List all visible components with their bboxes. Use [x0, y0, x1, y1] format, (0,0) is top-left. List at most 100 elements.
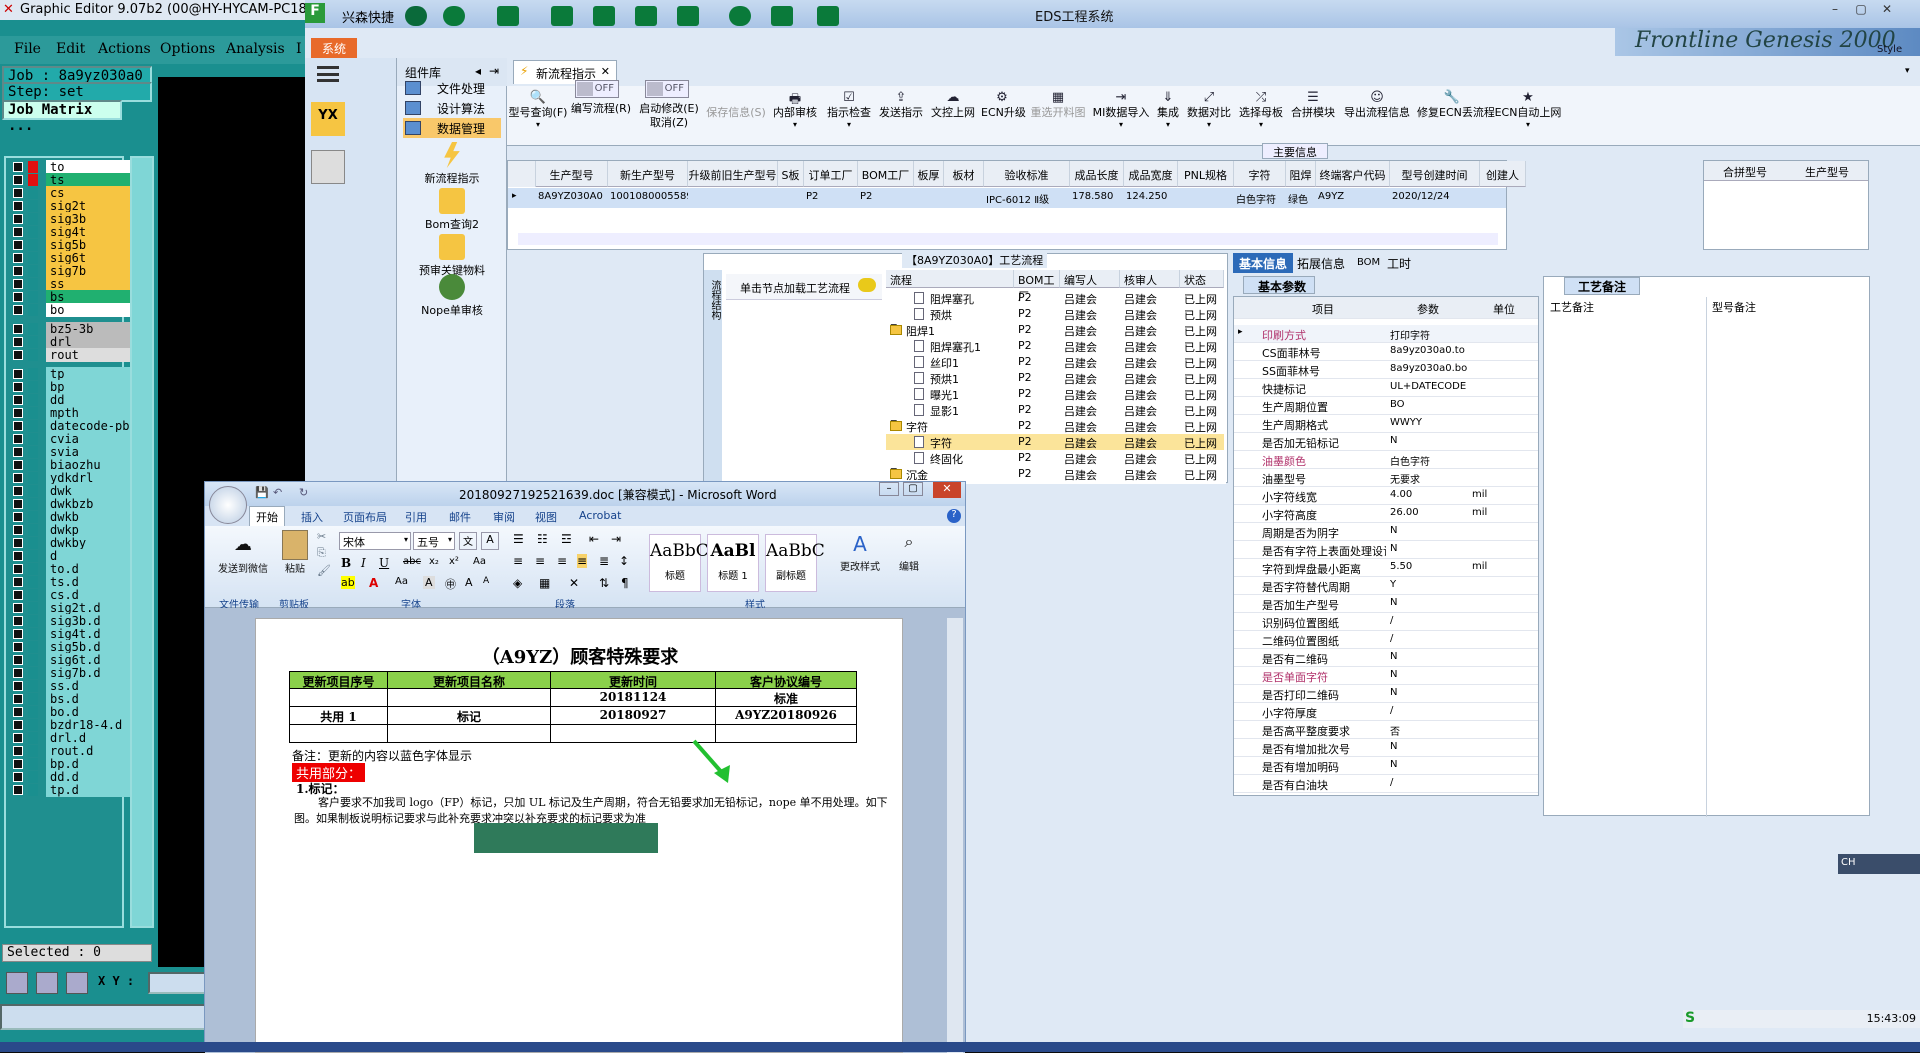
layer-row[interactable]: mpth	[10, 406, 132, 420]
param-row[interactable]: 是否字符替代周期 Y	[1234, 577, 1538, 595]
grow-font-icon[interactable]: A	[465, 576, 473, 589]
enclose-icon[interactable]: ㊥	[445, 576, 456, 592]
paste-button[interactable]: 粘贴	[277, 530, 313, 575]
highlight-icon[interactable]: ab	[341, 576, 355, 589]
subscript-icon[interactable]: x₂	[429, 556, 439, 567]
bold-icon[interactable]: B	[341, 556, 351, 570]
collapse-icon[interactable]: ◂	[475, 64, 481, 78]
layer-row[interactable]: drl.d	[10, 731, 132, 745]
layer-checkbox[interactable]	[13, 538, 23, 548]
layer-checkbox[interactable]	[13, 214, 23, 224]
job-matrix-button[interactable]: Job Matrix ...	[2, 100, 122, 134]
ribbon-send-instruction[interactable]: ⇪ 发送指示	[877, 90, 925, 120]
redo-icon[interactable]: ↻	[299, 486, 308, 499]
param-row[interactable]: 快捷标记 UL+DATECODE	[1234, 379, 1538, 397]
system-tab[interactable]: 系统	[311, 38, 357, 58]
grid-header[interactable]: 阻焊	[1286, 161, 1316, 187]
tree-row[interactable]: ⊟沉金P2吕建会吕建会已上网	[886, 466, 1224, 482]
param-row[interactable]: 周期是否为阴字 N	[1234, 523, 1538, 541]
grid-header[interactable]: 板材	[944, 161, 984, 187]
numbering-icon[interactable]: ☷	[537, 532, 548, 546]
layer-checkbox[interactable]	[13, 188, 23, 198]
menu-analysis[interactable]: Analysis	[226, 41, 285, 57]
border-icon[interactable]: ▦	[539, 576, 550, 590]
cut-icon[interactable]: ✂	[317, 530, 326, 543]
scissors-icon[interactable]	[551, 6, 573, 26]
search-icon[interactable]	[405, 6, 427, 26]
layer-checkbox[interactable]	[13, 162, 23, 172]
layer-row[interactable]: drl	[10, 335, 132, 349]
layer-row[interactable]: sig7b	[10, 264, 132, 278]
layer-row[interactable]: bs	[10, 290, 132, 304]
param-row[interactable]: 生产周期格式 WWYY	[1234, 415, 1538, 433]
layer-row[interactable]: bo	[10, 303, 132, 317]
param-row[interactable]: 是否高平整度要求 否	[1234, 721, 1538, 739]
ribbon-select-mother[interactable]: ⤮ 选择母板 ▾	[1237, 90, 1285, 129]
tab-basic-info[interactable]: 基本信息	[1233, 253, 1294, 273]
param-header[interactable]: 参数	[1388, 301, 1468, 317]
tree-row[interactable]: 曝光1 P2 吕建会 吕建会 已上网	[886, 386, 1224, 402]
tree-row[interactable]: 显影1 P2 吕建会 吕建会 已上网	[886, 402, 1224, 418]
menu-actions[interactable]: Actions	[98, 41, 151, 57]
layer-row[interactable]: sig2t.d	[10, 601, 132, 615]
word-close-button[interactable]: ✕	[933, 482, 961, 498]
menu-options[interactable]: Options	[160, 41, 215, 57]
increase-indent-icon[interactable]: ⇥	[611, 532, 621, 546]
shading-icon[interactable]: ◈	[513, 576, 522, 590]
shrink-font-icon[interactable]: A	[483, 576, 489, 586]
param-row[interactable]: 是否有白油块 /	[1234, 775, 1538, 793]
ribbon-model-query[interactable]: 🔍 型号查询(F) ▾	[507, 90, 569, 129]
save-icon[interactable]: 💾	[255, 486, 269, 499]
list-icon[interactable]	[677, 6, 699, 26]
layer-row[interactable]: bp.d	[10, 757, 132, 771]
layer-row[interactable]: sig4t.d	[10, 627, 132, 641]
process-hint[interactable]: 单击节点加载工艺流程	[726, 274, 882, 300]
layer-checkbox[interactable]	[13, 473, 23, 483]
word-vscroll[interactable]	[947, 618, 963, 1053]
change-case-icon[interactable]: Aa	[395, 576, 408, 587]
tree-row[interactable]: 终固化 P2 吕建会 吕建会 已上网	[886, 450, 1224, 466]
process-remarks-tab[interactable]: 工艺备注	[1564, 277, 1640, 295]
grid-header[interactable]: 升级前旧生产型号	[688, 161, 778, 187]
param-row[interactable]: ▸ 印刷方式 打印字符	[1234, 325, 1538, 343]
layer-checkbox[interactable]	[13, 447, 23, 457]
nav-prereview[interactable]: 预审关键物料	[397, 234, 507, 278]
multilevel-icon[interactable]: ☲	[561, 532, 572, 546]
param-row[interactable]: 是否加无铅标记 N	[1234, 433, 1538, 451]
layer-scrollbar[interactable]	[130, 156, 154, 928]
distribute-icon[interactable]: ≣	[599, 554, 609, 568]
ribbon-merge-module[interactable]: ☰ 合拼模块	[1289, 90, 1337, 120]
layer-row[interactable]: dwk	[10, 484, 132, 498]
param-header[interactable]: 项目	[1258, 301, 1388, 317]
tree-row[interactable]: ⊟阻焊1P2吕建会吕建会已上网	[886, 322, 1224, 338]
layer-checkbox[interactable]	[13, 421, 23, 431]
param-row[interactable]: 生产周期位置 BO	[1234, 397, 1538, 415]
ribbon-internal-review[interactable]: 🖶 内部审核 ▾	[771, 90, 819, 129]
layer-row[interactable]: ts.d	[10, 575, 132, 589]
asian-layout-icon[interactable]: ✕	[569, 576, 579, 590]
grid-header[interactable]: 成品宽度	[1124, 161, 1178, 187]
layer-checkbox[interactable]	[13, 525, 23, 535]
tab-mailings[interactable]: 邮件	[449, 509, 471, 525]
layer-row[interactable]: sig2t	[10, 199, 132, 213]
layer-checkbox[interactable]	[13, 395, 23, 405]
underline-icon[interactable]: U	[379, 556, 389, 570]
layer-checkbox[interactable]	[13, 486, 23, 496]
param-row[interactable]: 油墨型号 无要求	[1234, 469, 1538, 487]
layer-row[interactable]: rout	[10, 348, 132, 362]
param-row[interactable]: CS面菲林号 8a9yz030a0.to	[1234, 343, 1538, 361]
layer-checkbox[interactable]	[13, 759, 23, 769]
layer-checkbox[interactable]	[13, 772, 23, 782]
eds-minimize-button[interactable]: –	[1825, 2, 1845, 16]
layer-row[interactable]: sig3b.d	[10, 614, 132, 628]
grid-header[interactable]: 订单工厂	[804, 161, 858, 187]
layer-checkbox[interactable]	[13, 512, 23, 522]
layer-checkbox[interactable]	[13, 668, 23, 678]
layer-checkbox[interactable]	[13, 681, 23, 691]
show-marks-icon[interactable]: ¶	[621, 576, 629, 590]
tab-review[interactable]: 审阅	[493, 509, 515, 525]
layer-checkbox[interactable]	[13, 720, 23, 730]
grid-header[interactable]: 字符	[1234, 161, 1286, 187]
layer-checkbox[interactable]	[13, 337, 23, 347]
layer-row[interactable]: cs	[10, 186, 132, 200]
